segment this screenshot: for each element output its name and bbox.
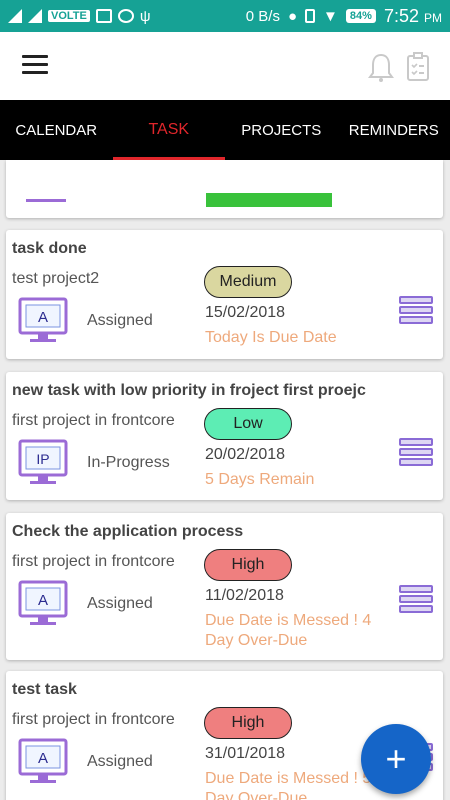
task-status: Assigned	[87, 753, 153, 770]
tab-projects[interactable]: PROJECTS	[225, 100, 338, 160]
due-note: 5 Days Remain	[205, 471, 315, 488]
tab-calendar[interactable]: CALENDAR	[0, 100, 113, 160]
task-title: new task with low priority in froject fi…	[12, 382, 366, 399]
status-bar: VOLTE ψ 0 B/s ● ▼ 84% 7:52 PM	[0, 0, 450, 32]
due-note-highlight	[206, 193, 332, 207]
location-icon: ●	[287, 7, 298, 25]
due-date: 20/02/2018	[205, 446, 286, 463]
hamburger-icon[interactable]	[22, 55, 48, 75]
task-list[interactable]: task done test project2 A Assigned Mediu…	[0, 160, 450, 800]
battery-indicator: 84%	[345, 9, 376, 23]
task-card[interactable]: new task with low priority in froject fi…	[6, 372, 443, 500]
due-date: 15/02/2018	[205, 304, 286, 321]
status-badge-letter: A	[38, 309, 48, 326]
monitor-icon: IP	[18, 439, 68, 484]
task-card-partial[interactable]	[6, 160, 443, 218]
usb-icon: ψ	[139, 7, 151, 25]
due-note: Due Date is Messed ! 4 Day Over-Due	[205, 612, 372, 649]
wifi-icon: ▼	[323, 7, 338, 25]
due-date: 31/01/2018	[205, 745, 286, 762]
task-title: test task	[12, 681, 77, 698]
status-badge-letter: A	[38, 750, 48, 767]
volte-badge: VOLTE	[48, 10, 90, 22]
clock-time: 7:52	[383, 5, 419, 26]
list-icon[interactable]	[398, 436, 434, 468]
priority-badge: High	[204, 549, 292, 581]
monitor-icon: A	[18, 580, 68, 625]
monitor-icon: A	[18, 738, 68, 783]
signal-icon	[8, 9, 22, 23]
signal-icon-2	[28, 9, 42, 23]
due-note: Today Is Due Date	[205, 329, 337, 346]
task-project: first project in frontcore	[12, 711, 175, 728]
app-bar	[0, 32, 450, 100]
clock: 7:52 PM	[384, 6, 442, 27]
task-card[interactable]: Check the application process first proj…	[6, 513, 443, 660]
list-icon[interactable]	[398, 294, 434, 326]
task-project: first project in frontcore	[12, 412, 175, 429]
image-icon	[95, 9, 112, 23]
tab-task[interactable]: TASK	[112, 100, 226, 160]
list-icon[interactable]	[398, 583, 434, 615]
status-badge-letter: IP	[36, 451, 49, 467]
tab-bar: CALENDAR TASK PROJECTS REMINDERS	[0, 100, 450, 160]
clock-ampm: PM	[424, 10, 442, 25]
shield-icon	[117, 9, 134, 23]
monitor-icon: A	[18, 297, 68, 342]
status-badge-letter: A	[38, 592, 48, 609]
task-project: test project2	[12, 270, 100, 287]
task-project: first project in frontcore	[12, 553, 175, 570]
task-title: Check the application process	[12, 523, 244, 540]
tab-reminders[interactable]: REMINDERS	[338, 100, 450, 160]
task-title: task done	[12, 240, 87, 257]
vibrate-icon	[305, 9, 316, 23]
network-speed: 0 B/s	[245, 7, 280, 25]
priority-badge: High	[204, 707, 292, 739]
task-status: In-Progress	[87, 454, 170, 471]
due-date: 11/02/2018	[205, 587, 284, 604]
task-card[interactable]: task done test project2 A Assigned Mediu…	[6, 230, 443, 359]
priority-badge: Medium	[204, 266, 292, 298]
task-status: Assigned	[87, 312, 153, 329]
add-task-button[interactable]: +	[361, 724, 431, 794]
task-status: Assigned	[87, 595, 153, 612]
monitor-icon	[26, 188, 66, 202]
clipboard-icon[interactable]	[406, 52, 430, 82]
bell-icon[interactable]	[368, 52, 394, 82]
priority-badge: Low	[204, 408, 292, 440]
